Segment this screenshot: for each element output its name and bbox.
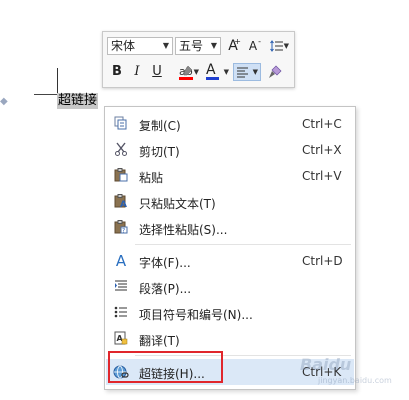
shrink-font-button[interactable]: A-	[244, 37, 262, 55]
menu-item-paste[interactable]: 粘贴 Ctrl+V	[106, 163, 354, 189]
menu-item-label: 剪切(T)	[139, 145, 180, 159]
menu-item-label: 粘贴	[139, 171, 164, 185]
translate-icon: A	[113, 331, 129, 347]
mini-toolbar: 宋体 ▼ 五号 ▼ A+ A- ▼ B I U ab ▼ A ▼	[102, 31, 295, 88]
align-left-icon	[237, 67, 248, 77]
scissors-icon	[113, 142, 129, 158]
menu-item-copy[interactable]: 复制(C) Ctrl+C	[106, 111, 354, 137]
text-baseline	[34, 94, 58, 95]
copy-icon	[113, 116, 129, 132]
watermark-logo: Baidu	[300, 355, 352, 374]
text-cursor	[57, 68, 58, 94]
menu-item-paragraph[interactable]: 段落(P)...	[106, 274, 354, 300]
line-spacing-button[interactable]: ▼	[264, 37, 290, 55]
annotation-highlight-box	[108, 351, 223, 383]
paste-icon	[113, 168, 129, 184]
menu-item-shortcut: Ctrl+V	[302, 169, 342, 183]
paste-special-icon: ?	[113, 220, 129, 236]
font-icon: A	[115, 252, 127, 270]
shrink-font-icon: A	[248, 39, 258, 53]
font-color-swatch	[206, 77, 219, 80]
menu-item-paste-text-only[interactable]: A 只粘贴文本(T)	[106, 189, 354, 215]
paragraph-icon	[113, 279, 129, 295]
font-size-value: 五号	[179, 39, 204, 53]
chevron-down-icon: ▼	[210, 41, 217, 50]
highlight-color-button[interactable]: ab ▼	[171, 63, 201, 81]
menu-item-shortcut: Ctrl+X	[302, 143, 342, 157]
watermark-subtext: jingyan.baidu.com	[318, 376, 392, 385]
menu-item-font[interactable]: A 字体(F)... Ctrl+D	[106, 248, 354, 274]
grow-font-button[interactable]: A +	[224, 37, 242, 55]
highlighter-icon: ab	[179, 65, 193, 80]
chevron-down-icon: ▼	[162, 41, 169, 50]
font-name-dropdown[interactable]: 宋体 ▼	[107, 37, 173, 55]
menu-separator	[135, 244, 351, 245]
menu-item-paste-special[interactable]: ? 选择性粘贴(S)...	[106, 215, 354, 241]
menu-item-label: 翻译(T)	[139, 334, 180, 348]
svg-text:A: A	[120, 200, 127, 208]
menu-item-label: 复制(C)	[139, 119, 181, 133]
format-painter-button[interactable]	[266, 63, 284, 81]
context-menu: 复制(C) Ctrl+C 剪切(T) Ctrl+X 粘贴 Ctrl+V A 只粘…	[104, 106, 356, 390]
paragraph-marker-icon: ◆	[0, 96, 8, 107]
menu-item-translate[interactable]: A 翻译(T)	[106, 326, 354, 352]
menu-item-label: 只粘贴文本(T)	[139, 197, 216, 211]
menu-item-shortcut: Ctrl+C	[302, 117, 342, 131]
menu-item-label: 项目符号和编号(N)...	[139, 308, 253, 322]
menu-item-label: 选择性粘贴(S)...	[139, 223, 228, 237]
menu-item-bullets-numbering[interactable]: 项目符号和编号(N)...	[106, 300, 354, 326]
paste-text-icon: A	[113, 194, 129, 210]
bullets-icon	[113, 305, 129, 321]
menu-item-shortcut: Ctrl+D	[302, 254, 343, 268]
font-name-value: 宋体	[111, 39, 136, 53]
font-color-button[interactable]: A ▼	[203, 62, 231, 81]
italic-button[interactable]: I	[129, 63, 145, 81]
line-spacing-icon	[270, 39, 283, 52]
svg-text:?: ?	[122, 228, 125, 235]
format-painter-icon	[269, 65, 282, 78]
selected-text[interactable]: 超链接	[57, 93, 99, 109]
bold-button[interactable]: B	[109, 63, 125, 81]
font-size-dropdown[interactable]: 五号 ▼	[175, 37, 221, 55]
underline-button[interactable]: U	[149, 63, 165, 81]
align-button[interactable]: ▼	[233, 63, 261, 81]
menu-item-label: 段落(P)...	[139, 282, 192, 296]
menu-item-cut[interactable]: 剪切(T) Ctrl+X	[106, 137, 354, 163]
menu-item-label: 字体(F)...	[139, 256, 191, 270]
